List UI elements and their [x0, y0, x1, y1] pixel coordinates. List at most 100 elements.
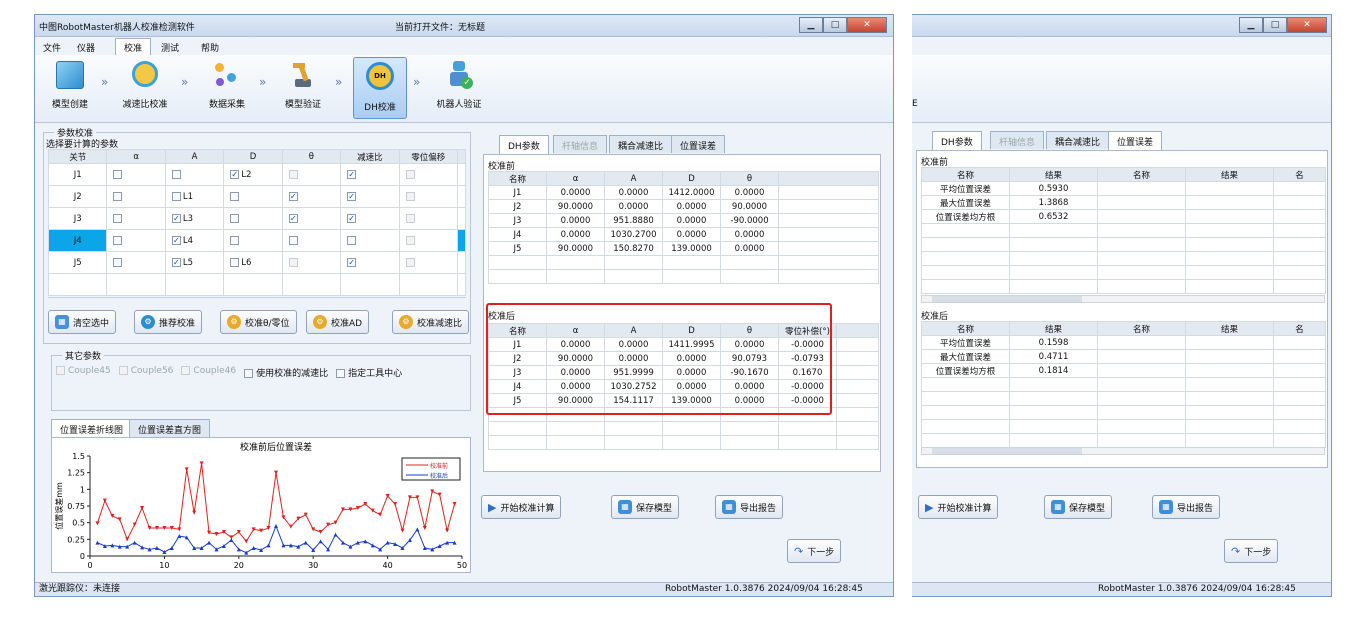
- tab-error-histogram[interactable]: 位置误差直方图: [129, 419, 211, 437]
- export-report-button[interactable]: ▦ 导出报告: [1152, 495, 1221, 519]
- param-checkbox[interactable]: ✓: [347, 213, 357, 223]
- tab-position-error[interactable]: 位置误差: [1108, 131, 1163, 150]
- save-model-button[interactable]: ▦ 保存模型: [611, 495, 680, 519]
- maximize-button[interactable]: □: [1263, 17, 1287, 33]
- param-checkbox[interactable]: [113, 235, 123, 245]
- calibrate-ad-button[interactable]: ⚙ 校准AD: [306, 310, 370, 334]
- param-checkbox[interactable]: ✓: [347, 257, 357, 267]
- save-model-button[interactable]: ▦ 保存模型: [1044, 495, 1113, 519]
- column-header: A: [604, 171, 663, 186]
- param-cell: ✓ L5: [164, 251, 225, 274]
- table-row[interactable]: J5 ✓ L5 L6 ✓: [47, 251, 466, 274]
- tab-error-line-chart[interactable]: 位置误差折线图: [51, 419, 133, 438]
- param-checkbox[interactable]: ✓: [171, 257, 181, 267]
- clear-selection-button[interactable]: ▦ 清空选中: [48, 310, 117, 334]
- table-row[interactable]: J4 ✓ L4: [47, 229, 466, 252]
- horizontal-scrollbar[interactable]: [921, 295, 1325, 303]
- table-cell: J2: [488, 199, 547, 214]
- other-param-option[interactable]: Couple45: [56, 366, 111, 379]
- recommend-calibrate-button[interactable]: ⚙ 推荐校准: [134, 310, 203, 334]
- empty-cell: [1097, 363, 1186, 378]
- toolbar-ratio-calibrate[interactable]: 减速比校准: [117, 61, 173, 110]
- start-calibration-button[interactable]: ▶ 开始校准计算: [481, 495, 562, 519]
- param-checkbox[interactable]: ✓: [347, 169, 357, 179]
- maximize-button[interactable]: □: [823, 17, 847, 33]
- calibrate-theta-zero-button[interactable]: ⚙ 校准θ/零位: [220, 310, 297, 334]
- horizontal-scrollbar[interactable]: [921, 447, 1325, 455]
- param-checkbox[interactable]: [405, 213, 415, 223]
- param-checkbox[interactable]: ✓: [288, 191, 298, 201]
- other-param-option[interactable]: 使用校准的减速比: [244, 366, 328, 379]
- x-tick-label: 20: [234, 561, 244, 570]
- param-checkbox[interactable]: [288, 257, 298, 267]
- param-checkbox[interactable]: [113, 169, 123, 179]
- tab-link-info[interactable]: 杆轴信息: [553, 135, 608, 153]
- tab-coupled-ratio[interactable]: 耦合减速比: [1046, 131, 1110, 149]
- menu-file[interactable]: 文件: [43, 41, 61, 54]
- param-checkbox[interactable]: [288, 169, 298, 179]
- minimize-button[interactable]: ▁: [799, 17, 823, 33]
- param-checkbox[interactable]: [171, 191, 181, 201]
- option-checkbox[interactable]: [56, 366, 65, 375]
- tab-link-info[interactable]: 杆轴信息: [990, 131, 1045, 149]
- tab-dh-params[interactable]: DH参数: [932, 131, 982, 150]
- param-checkbox[interactable]: [347, 235, 357, 245]
- param-checkbox[interactable]: [113, 257, 123, 267]
- menu-instrument[interactable]: 仪器: [77, 41, 95, 54]
- file-status: 当前打开文件：无标题: [395, 23, 486, 33]
- close-button[interactable]: ✕: [1287, 17, 1327, 33]
- tab-position-error[interactable]: 位置误差: [671, 135, 726, 153]
- empty-row: [488, 269, 879, 284]
- param-checkbox[interactable]: ✓: [171, 213, 181, 223]
- option-checkbox[interactable]: [244, 369, 254, 378]
- param-checkbox[interactable]: ✓: [171, 235, 181, 245]
- other-param-option[interactable]: 指定工具中心: [336, 366, 402, 379]
- option-checkbox[interactable]: [118, 366, 128, 375]
- table-row[interactable]: J3 ✓ L3 ✓ ✓: [47, 207, 466, 230]
- option-checkbox[interactable]: [336, 369, 346, 378]
- param-checkbox[interactable]: [405, 169, 415, 179]
- param-checkbox[interactable]: [171, 169, 181, 179]
- calibrate-ratio-button[interactable]: ⚙ 校准减速比: [392, 310, 470, 334]
- tab-dh-params[interactable]: DH参数: [499, 135, 549, 154]
- export-report-button[interactable]: ▦ 导出报告: [715, 495, 784, 519]
- table-row[interactable]: J2 L1 ✓ ✓: [47, 185, 466, 208]
- menu-help[interactable]: 帮助: [201, 41, 219, 54]
- toolbar-dh-calibrate[interactable]: DH DH校准: [353, 57, 407, 119]
- start-calibration-button[interactable]: ▶ 开始校准计算: [918, 495, 999, 519]
- option-checkbox[interactable]: [181, 366, 191, 375]
- menu-test[interactable]: 测试: [161, 41, 179, 54]
- empty-cell: [1273, 363, 1326, 378]
- param-checkbox[interactable]: [405, 257, 415, 267]
- param-checkbox[interactable]: [113, 213, 123, 223]
- param-checkbox[interactable]: [405, 191, 415, 201]
- tab-coupled-ratio[interactable]: 耦合减速比: [609, 135, 673, 153]
- empty-cell: [1009, 405, 1098, 420]
- param-checkbox[interactable]: ✓: [230, 169, 240, 179]
- param-checkbox[interactable]: [230, 191, 240, 201]
- link-label: L6: [241, 257, 252, 268]
- empty-cell: [778, 255, 879, 270]
- toolbar-model-create[interactable]: 模型创建: [45, 61, 95, 110]
- minimize-button[interactable]: ▁: [1239, 17, 1263, 33]
- data-point: [370, 543, 375, 548]
- toolbar-model-verify[interactable]: 模型验证: [275, 61, 331, 110]
- param-checkbox[interactable]: [288, 235, 298, 245]
- param-checkbox[interactable]: [405, 235, 415, 245]
- close-button[interactable]: ✕: [847, 17, 887, 33]
- param-checkbox[interactable]: ✓: [288, 213, 298, 223]
- param-checkbox[interactable]: [230, 213, 240, 223]
- param-checkbox[interactable]: [230, 257, 240, 267]
- empty-cell: [662, 435, 721, 450]
- table-row[interactable]: J1 ✓ L2 ✓: [47, 163, 466, 186]
- param-checkbox[interactable]: [230, 235, 240, 245]
- other-param-option[interactable]: Couple46: [181, 366, 236, 379]
- next-step-button[interactable]: ↷ 下一步: [787, 539, 842, 563]
- toolbar-robot-verify[interactable]: ✓ 机器人验证: [431, 61, 487, 110]
- toolbar-data-collect[interactable]: 数据采集: [199, 61, 255, 110]
- empty-cell: [340, 273, 400, 296]
- next-step-button[interactable]: ↷ 下一步: [1224, 539, 1279, 563]
- param-checkbox[interactable]: [113, 191, 123, 201]
- param-checkbox[interactable]: ✓: [347, 191, 357, 201]
- other-param-option[interactable]: Couple56: [118, 366, 173, 379]
